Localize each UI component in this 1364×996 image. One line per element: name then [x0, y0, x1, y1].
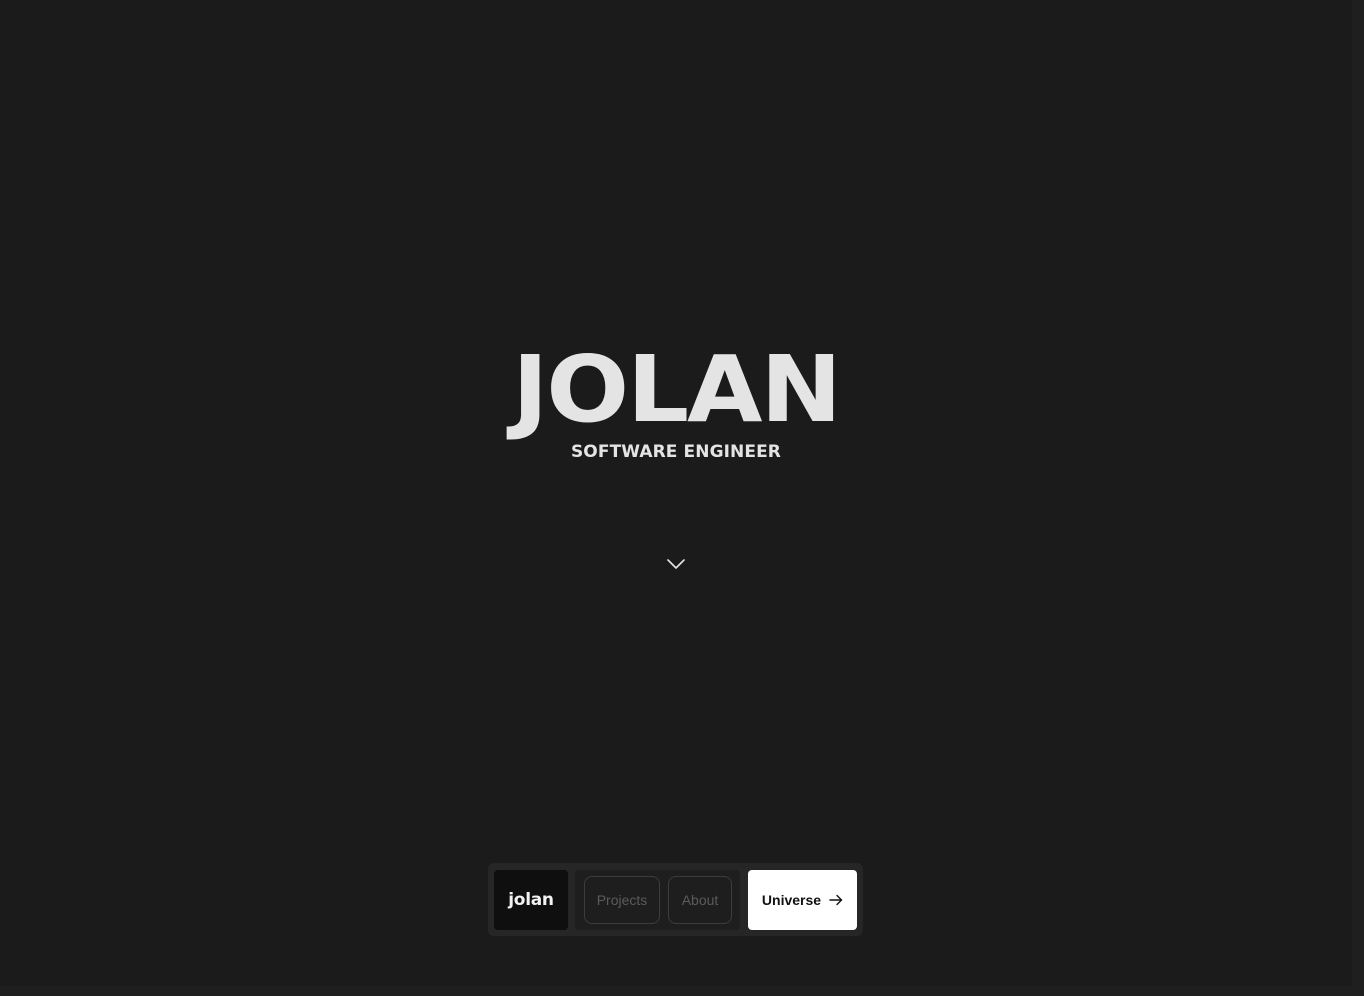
- nav-link-projects[interactable]: Projects: [584, 876, 660, 924]
- scrollbar[interactable]: [1352, 0, 1364, 996]
- universe-button-label: Universe: [761, 892, 822, 908]
- universe-button[interactable]: Universe: [748, 870, 857, 930]
- hero-title: JOLAN: [512, 336, 842, 443]
- nav-link-about[interactable]: About: [668, 876, 732, 924]
- nav-link-group: Projects About: [575, 870, 740, 930]
- bottom-edge: [0, 986, 1364, 996]
- brand-logo-link[interactable]: jolan: [494, 870, 568, 930]
- chevron-down-icon[interactable]: [666, 556, 686, 572]
- hero-section: JOLAN SOFTWARE ENGINEER: [0, 340, 1352, 463]
- bottom-nav-bar: jolan Projects About Universe: [488, 863, 863, 936]
- hero-subtitle: SOFTWARE ENGINEER: [570, 442, 782, 462]
- arrow-right-icon: [829, 894, 843, 906]
- page: JOLAN SOFTWARE ENGINEER jolan Projects A…: [0, 0, 1364, 996]
